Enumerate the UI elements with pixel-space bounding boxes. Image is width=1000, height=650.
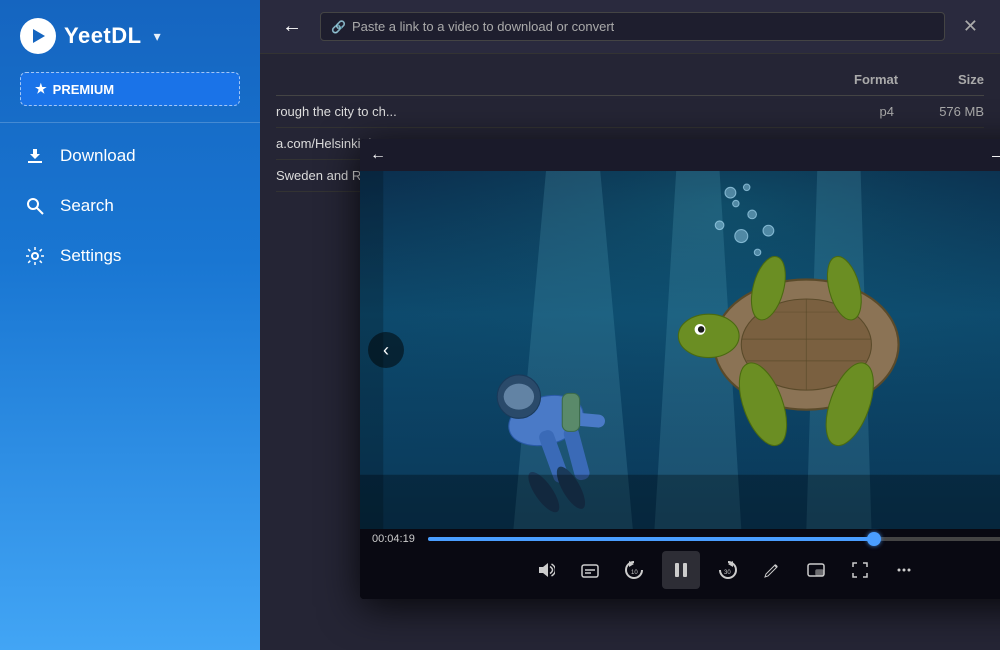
- minimize-button[interactable]: —: [986, 145, 1000, 165]
- download-icon: [24, 145, 46, 167]
- main-content: ← 🔗 Paste a link to a video to download …: [260, 0, 1000, 650]
- size-header: Size: [914, 72, 984, 87]
- progress-fill: [428, 537, 874, 541]
- logo-icon: [20, 18, 56, 54]
- premium-label: PREMIUM: [53, 82, 114, 97]
- prev-arrow[interactable]: ‹: [368, 332, 404, 368]
- more-button[interactable]: [888, 554, 920, 586]
- skip-back-button[interactable]: 10: [618, 554, 650, 586]
- skip-forward-button[interactable]: 30: [712, 554, 744, 586]
- sidebar-item-settings[interactable]: Settings: [0, 231, 260, 281]
- underwater-scene: [360, 171, 1000, 529]
- link-icon: 🔗: [331, 20, 346, 34]
- logo-text: YeetDL: [64, 23, 142, 49]
- annotate-button[interactable]: [756, 554, 788, 586]
- volume-button[interactable]: [530, 554, 562, 586]
- time-elapsed: 00:04:19: [372, 533, 420, 545]
- player-back-button[interactable]: ←: [370, 146, 386, 164]
- search-label: Search: [60, 196, 114, 216]
- sidebar-divider: [0, 122, 260, 123]
- fullscreen-button[interactable]: [844, 554, 876, 586]
- back-button[interactable]: ←: [276, 13, 308, 40]
- settings-label: Settings: [60, 246, 121, 266]
- media-player: ← — □ ✕: [360, 139, 1000, 599]
- download-label: Download: [60, 146, 136, 166]
- video-background: ‹ ›: [360, 171, 1000, 529]
- sidebar-item-download[interactable]: Download: [0, 131, 260, 181]
- table-row[interactable]: rough the city to ch... p4 576 MB: [276, 96, 984, 128]
- controls-row: 10: [372, 549, 1000, 591]
- format-header: Format: [854, 72, 894, 87]
- window-controls: — □ ✕: [986, 145, 1000, 165]
- progress-track[interactable]: [428, 537, 1000, 541]
- sidebar-item-search[interactable]: Search: [0, 181, 260, 231]
- player-controls: 00:04:19 00:02:21: [360, 529, 1000, 599]
- logo-dropdown-icon[interactable]: ▾: [154, 28, 161, 45]
- search-icon: [24, 195, 46, 217]
- close-button[interactable]: ✕: [957, 14, 984, 39]
- row-size: 576 MB: [914, 104, 984, 119]
- progress-thumb[interactable]: [867, 532, 881, 546]
- svg-text:30: 30: [724, 570, 731, 576]
- url-hint-text: Paste a link to a video to download or c…: [352, 19, 614, 34]
- app-window: YeetDL ▾ ★ PREMIUM Download Search: [0, 0, 1000, 650]
- video-area: ‹ ›: [360, 171, 1000, 529]
- row-title: rough the city to ch...: [276, 104, 834, 119]
- sidebar: YeetDL ▾ ★ PREMIUM Download Search: [0, 0, 260, 650]
- settings-icon: [24, 245, 46, 267]
- sidebar-logo: YeetDL ▾: [0, 0, 260, 72]
- svg-text:10: 10: [631, 570, 638, 576]
- content-area: Format Size rough the city to ch... p4 5…: [260, 54, 1000, 650]
- progress-bar-container: 00:04:19 00:02:21: [372, 533, 1000, 545]
- star-icon: ★: [35, 81, 47, 97]
- table-header: Format Size: [276, 64, 984, 96]
- url-bar[interactable]: 🔗 Paste a link to a video to download or…: [320, 12, 945, 41]
- top-bar: ← 🔗 Paste a link to a video to download …: [260, 0, 1000, 54]
- subtitles-button[interactable]: [574, 554, 606, 586]
- row-format: p4: [854, 104, 894, 119]
- player-titlebar: ← — □ ✕: [360, 139, 1000, 171]
- play-pause-button[interactable]: [662, 551, 700, 589]
- pip-button[interactable]: [800, 554, 832, 586]
- premium-badge[interactable]: ★ PREMIUM: [20, 72, 240, 106]
